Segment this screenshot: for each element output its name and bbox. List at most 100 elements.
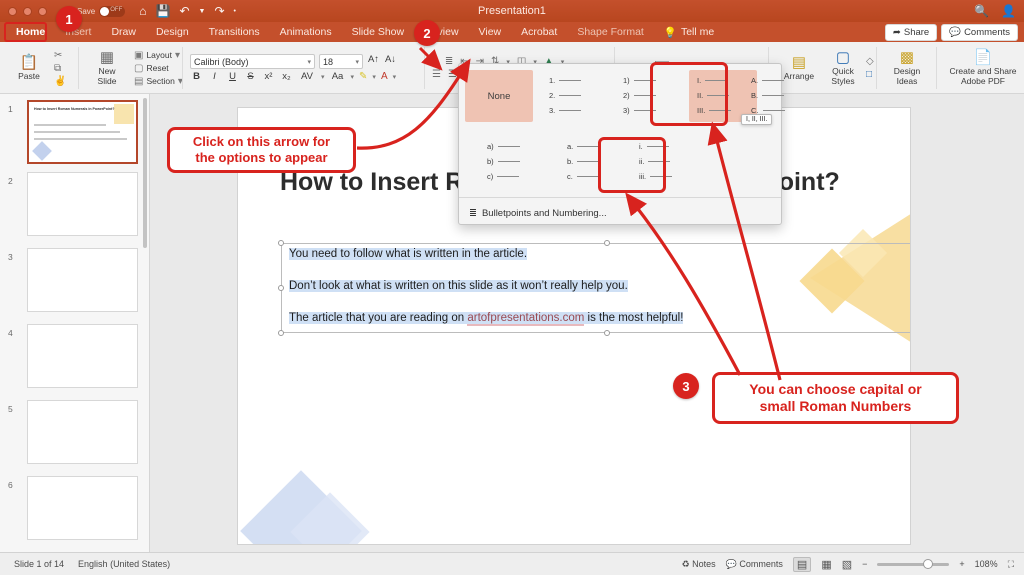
- change-case-button[interactable]: Aa: [330, 71, 346, 82]
- underline-button[interactable]: U: [226, 71, 239, 82]
- section-button[interactable]: ▤ Section ▾: [134, 76, 183, 87]
- body-line-3[interactable]: The article that you are reading on arto…: [289, 312, 684, 326]
- tab-animations[interactable]: Animations: [270, 22, 342, 42]
- titlebar-right-icons[interactable]: 🔍 👤: [974, 4, 1016, 18]
- superscript-button[interactable]: x²: [262, 71, 275, 82]
- numbering-option-alpha-paren[interactable]: a) b) c): [479, 142, 547, 194]
- chevron-down-icon[interactable]: ▾: [393, 73, 397, 81]
- undo-dropdown-icon[interactable]: ▼: [199, 8, 206, 15]
- bulletpoints-and-numbering-item[interactable]: ≣ Bulletpoints and Numbering...: [469, 208, 607, 219]
- home-icon[interactable]: ⌂: [139, 4, 146, 18]
- tab-slide-show[interactable]: Slide Show: [342, 22, 415, 42]
- align-center-button[interactable]: ☰: [448, 69, 457, 80]
- font-color-icon[interactable]: A: [381, 71, 388, 82]
- increase-font-size-button[interactable]: A↑: [367, 54, 380, 69]
- slide-thumbnail-2[interactable]: [27, 172, 138, 236]
- numbering-option-none[interactable]: None: [465, 70, 533, 122]
- chevron-down-icon[interactable]: ▾: [372, 73, 376, 81]
- copy-icon[interactable]: ⧉: [54, 63, 66, 74]
- bold-button[interactable]: B: [190, 71, 203, 82]
- resize-handle[interactable]: [278, 285, 284, 291]
- language-indicator[interactable]: English (United States): [78, 559, 170, 569]
- subscript-button[interactable]: x₂: [280, 71, 293, 82]
- bullets-button[interactable]: ≡: [432, 56, 438, 67]
- new-slide-button[interactable]: ▦ New Slide: [86, 49, 128, 86]
- paste-button[interactable]: 📋 Paste: [8, 54, 50, 82]
- resize-handle[interactable]: [604, 240, 610, 246]
- slide-sorter-view-button[interactable]: ▦: [821, 558, 831, 571]
- share-button[interactable]: ➦ Share: [884, 23, 938, 41]
- shape-fill-icon[interactable]: ◇: [866, 56, 874, 67]
- chevron-down-icon[interactable]: ▾: [175, 50, 180, 61]
- autosave-toggle[interactable]: Save OFF: [77, 5, 126, 17]
- italic-button[interactable]: I: [208, 71, 221, 82]
- autosave-switch[interactable]: OFF: [99, 5, 126, 17]
- font-size-select[interactable]: 18 ▾: [319, 54, 363, 69]
- maximize-icon[interactable]: [38, 6, 47, 16]
- resize-handle[interactable]: [278, 240, 284, 246]
- resize-handle[interactable]: [604, 330, 610, 336]
- reading-view-button[interactable]: ▧: [842, 558, 852, 571]
- minimize-icon[interactable]: [23, 6, 32, 16]
- comments-button[interactable]: 💬 Comments: [941, 23, 1018, 41]
- thumbnail-scrollbar[interactable]: [143, 98, 147, 248]
- notes-button[interactable]: ♻ Notes: [682, 559, 716, 570]
- body-line-1[interactable]: You need to follow what is written in th…: [289, 248, 528, 260]
- chevron-down-icon[interactable]: ▾: [321, 73, 325, 81]
- account-icon[interactable]: 👤: [1001, 4, 1016, 18]
- save-icon[interactable]: 💾: [155, 4, 170, 18]
- quick-styles-button[interactable]: ▢ Quick Styles: [822, 49, 864, 86]
- tell-me-box[interactable]: 💡 Tell me: [654, 26, 724, 39]
- font-name-select[interactable]: Calibri (Body) ▾: [190, 54, 315, 69]
- slide-body-placeholder[interactable]: You need to follow what is written in th…: [278, 240, 910, 336]
- tab-transitions[interactable]: Transitions: [199, 22, 270, 42]
- design-ideas-button[interactable]: ▩ Design Ideas: [884, 49, 930, 86]
- search-icon[interactable]: 🔍: [974, 4, 989, 18]
- text-highlight-icon[interactable]: ✎: [359, 71, 367, 82]
- tab-draw[interactable]: Draw: [101, 22, 146, 42]
- layout-button[interactable]: ▣ Layout ▾: [134, 50, 183, 61]
- create-share-pdf-button[interactable]: 📄 Create and Share Adobe PDF: [944, 49, 1022, 86]
- reset-button[interactable]: ▢ Reset: [134, 63, 183, 74]
- zoom-out-button[interactable]: −: [862, 559, 867, 569]
- chevron-down-icon[interactable]: ▾: [355, 58, 359, 66]
- align-left-button[interactable]: ☰: [432, 69, 441, 80]
- redo-icon[interactable]: ↷: [214, 4, 224, 18]
- comments-status-button[interactable]: 💬 Comments: [726, 559, 783, 570]
- zoom-slider[interactable]: [877, 558, 950, 569]
- zoom-level[interactable]: 108%: [975, 559, 998, 569]
- ribbon-tabs[interactable]: Home Insert Draw Design Transitions Anim…: [0, 22, 1024, 42]
- fit-to-window-button[interactable]: ⛶: [1008, 559, 1014, 570]
- body-line-2[interactable]: Don’t look at what is written on this sl…: [289, 280, 628, 292]
- slide-thumbnail-6[interactable]: [27, 476, 138, 540]
- character-spacing-button[interactable]: AV: [298, 71, 316, 82]
- body-line-3-link[interactable]: artofpresentations.com: [467, 312, 585, 326]
- cut-icon[interactable]: ✌: [54, 76, 66, 87]
- window-controls[interactable]: [8, 6, 47, 16]
- resize-handle[interactable]: [278, 330, 284, 336]
- slide-thumbnail-4[interactable]: [27, 324, 138, 388]
- strikethrough-button[interactable]: S: [244, 71, 257, 82]
- tab-design[interactable]: Design: [146, 22, 199, 42]
- slide-thumbnail-3[interactable]: [27, 248, 138, 312]
- tab-acrobat[interactable]: Acrobat: [511, 22, 567, 42]
- close-icon[interactable]: [8, 6, 17, 16]
- chevron-down-icon[interactable]: ▾: [307, 58, 311, 66]
- numbering-option-decimal-dot[interactable]: 1. 2. 3.: [541, 70, 609, 122]
- zoom-slider-knob[interactable]: [923, 558, 934, 569]
- chevron-down-icon[interactable]: ▾: [351, 73, 355, 81]
- slide-thumbnail-pane[interactable]: 1 How to Insert Roman Numerals in PowerP…: [0, 94, 150, 552]
- shape-outline-icon[interactable]: □: [866, 69, 874, 80]
- zoom-in-button[interactable]: +: [959, 559, 964, 569]
- normal-view-button[interactable]: ▤: [792, 556, 812, 572]
- undo-icon[interactable]: ↶: [179, 4, 189, 18]
- tab-shape-format[interactable]: Shape Format: [567, 22, 654, 42]
- decrease-font-size-button[interactable]: A↓: [384, 54, 397, 69]
- slide-thumbnail-5[interactable]: [27, 400, 138, 464]
- tab-view[interactable]: View: [469, 22, 512, 42]
- numbering-button[interactable]: ≣: [445, 56, 453, 67]
- format-painter-icon[interactable]: ✂: [54, 50, 66, 61]
- slide-thumbnail-1[interactable]: How to Insert Roman Numerals in PowerPoi…: [27, 100, 138, 164]
- quick-access-toolbar[interactable]: ⌂ 💾 ↶ ▼ ↷ •: [139, 4, 236, 18]
- share-group[interactable]: ➦ Share 💬 Comments: [884, 23, 1024, 41]
